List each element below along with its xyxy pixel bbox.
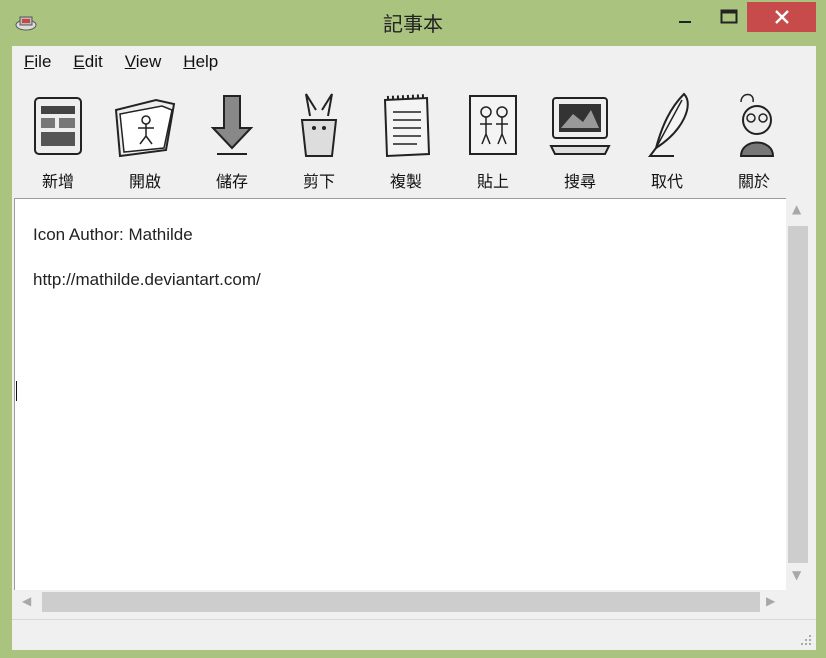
- editor-line-1: Icon Author: Mathilde: [33, 225, 193, 244]
- scroll-right-icon[interactable]: ▶: [766, 594, 775, 608]
- text-editor[interactable]: Icon Author: Mathilde http://mathilde.de…: [14, 198, 786, 590]
- cut-rabbit-icon: [300, 93, 338, 157]
- horizontal-scroll-thumb[interactable]: [42, 592, 760, 612]
- close-button[interactable]: [747, 2, 816, 32]
- vertical-scroll-thumb[interactable]: [788, 226, 808, 563]
- menu-bar: File Edit View Help: [12, 46, 816, 78]
- status-bar: [12, 619, 816, 650]
- toolbar-cut-label: 剪下: [302, 172, 335, 191]
- vertical-scrollbar[interactable]: ▲ ▼: [786, 198, 810, 589]
- toolbar-search-label: 搜尋: [563, 172, 596, 191]
- toolbar-copy-label: 複製: [389, 172, 422, 191]
- toolbar: 新增 開啟 儲存 剪下 複製 貼上 搜尋 取代 關於: [12, 81, 816, 196]
- toolbar-replace-label: 取代: [650, 172, 683, 191]
- toolbar-replace-button[interactable]: 取代: [627, 86, 707, 196]
- toolbar-save-button[interactable]: 儲存: [192, 86, 272, 196]
- minimize-button[interactable]: [662, 2, 708, 32]
- paste-picture-icon: [469, 95, 517, 155]
- scroll-left-icon[interactable]: ◀: [22, 594, 31, 608]
- replace-feather-icon: [648, 92, 689, 157]
- minimize-icon: [679, 21, 691, 23]
- toolbar-save-label: 儲存: [215, 172, 248, 191]
- new-document-icon: [34, 97, 82, 155]
- horizontal-scrollbar[interactable]: ◀ ▶: [14, 590, 785, 614]
- maximize-button[interactable]: [706, 2, 752, 32]
- toolbar-paste-label: 貼上: [476, 172, 509, 191]
- window-client: File Edit View Help 新增 開啟 儲存 剪下 複製 貼上 搜尋…: [12, 46, 816, 650]
- menu-edit[interactable]: Edit: [73, 52, 102, 72]
- menu-view[interactable]: View: [125, 52, 162, 72]
- open-folder-icon: [114, 98, 176, 158]
- scroll-down-icon[interactable]: ▼: [792, 568, 801, 582]
- toolbar-paste-button[interactable]: 貼上: [453, 86, 533, 196]
- copy-notepad-icon: [383, 94, 431, 158]
- resize-grip-icon[interactable]: [798, 632, 812, 646]
- menu-file[interactable]: File: [24, 52, 51, 72]
- menu-help[interactable]: Help: [183, 52, 218, 72]
- toolbar-copy-button[interactable]: 複製: [366, 86, 446, 196]
- toolbar-about-label: 關於: [737, 172, 770, 191]
- toolbar-open-label: 開啟: [128, 172, 161, 191]
- toolbar-cut-button[interactable]: 剪下: [279, 86, 359, 196]
- title-bar[interactable]: 記事本: [0, 0, 826, 46]
- close-icon: [774, 10, 789, 24]
- toolbar-open-button[interactable]: 開啟: [105, 86, 185, 196]
- scroll-up-icon[interactable]: ▲: [792, 202, 801, 216]
- about-person-icon: [739, 93, 775, 157]
- save-arrow-icon: [210, 95, 254, 155]
- toolbar-new-label: 新增: [41, 172, 74, 191]
- text-caret: [16, 381, 17, 401]
- toolbar-search-button[interactable]: 搜尋: [540, 86, 620, 196]
- toolbar-new-button[interactable]: 新增: [18, 86, 98, 196]
- maximize-icon: [720, 9, 738, 24]
- search-computer-icon: [549, 97, 611, 155]
- editor-line-2: http://mathilde.deviantart.com/: [33, 270, 261, 289]
- toolbar-about-button[interactable]: 關於: [714, 86, 794, 196]
